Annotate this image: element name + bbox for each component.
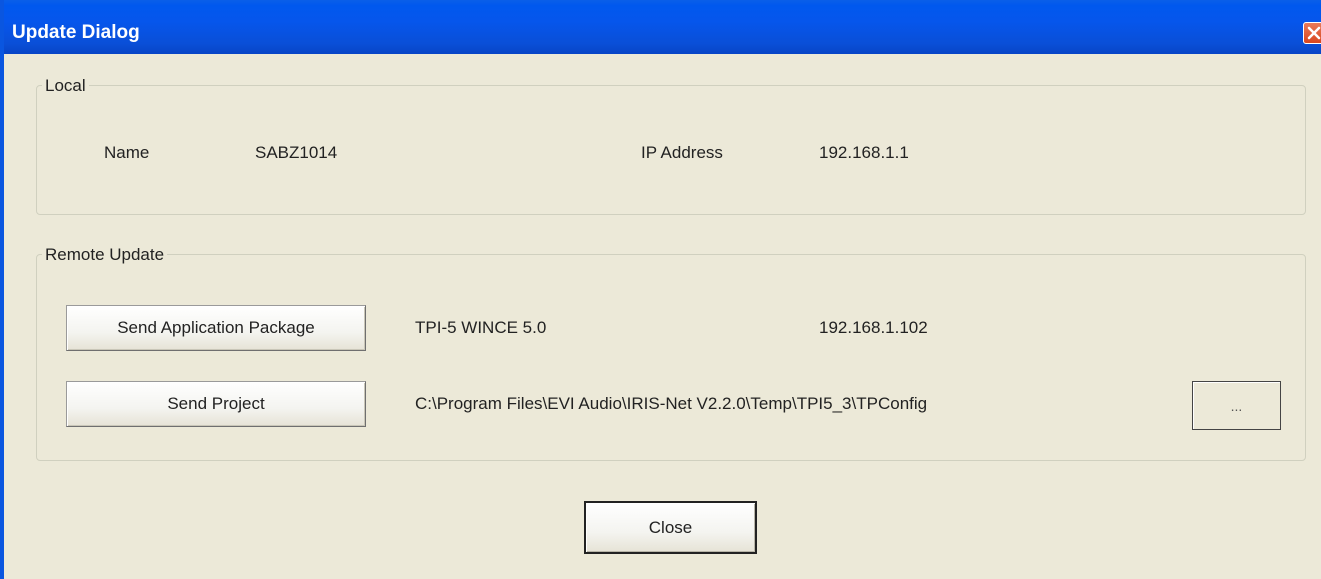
window-title: Update Dialog — [12, 22, 140, 43]
device-ip-value: 192.168.1.102 — [819, 318, 928, 337]
ip-address-label: IP Address — [641, 143, 723, 162]
close-button[interactable]: Close — [584, 501, 757, 554]
close-icon[interactable] — [1303, 22, 1321, 44]
remote-update-group-label: Remote Update — [42, 245, 168, 265]
send-project-button[interactable]: Send Project — [66, 381, 366, 427]
close-x-glyph — [1307, 26, 1321, 40]
title-bar[interactable]: Update Dialog — [4, 0, 1321, 54]
browse-button[interactable]: ... — [1192, 381, 1281, 430]
local-group-label: Local — [42, 76, 89, 96]
remote-update-groupbox — [36, 254, 1306, 461]
ip-address-value: 192.168.1.1 — [819, 143, 909, 162]
name-label: Name — [104, 143, 150, 162]
update-dialog-window: Update Dialog Local Name SABZ1014 IP Add… — [0, 0, 1321, 579]
device-type-value: TPI-5 WINCE 5.0 — [415, 318, 547, 337]
send-application-package-button[interactable]: Send Application Package — [66, 305, 366, 351]
name-value: SABZ1014 — [255, 143, 338, 162]
project-path-value: C:\Program Files\EVI Audio\IRIS-Net V2.2… — [415, 394, 928, 413]
